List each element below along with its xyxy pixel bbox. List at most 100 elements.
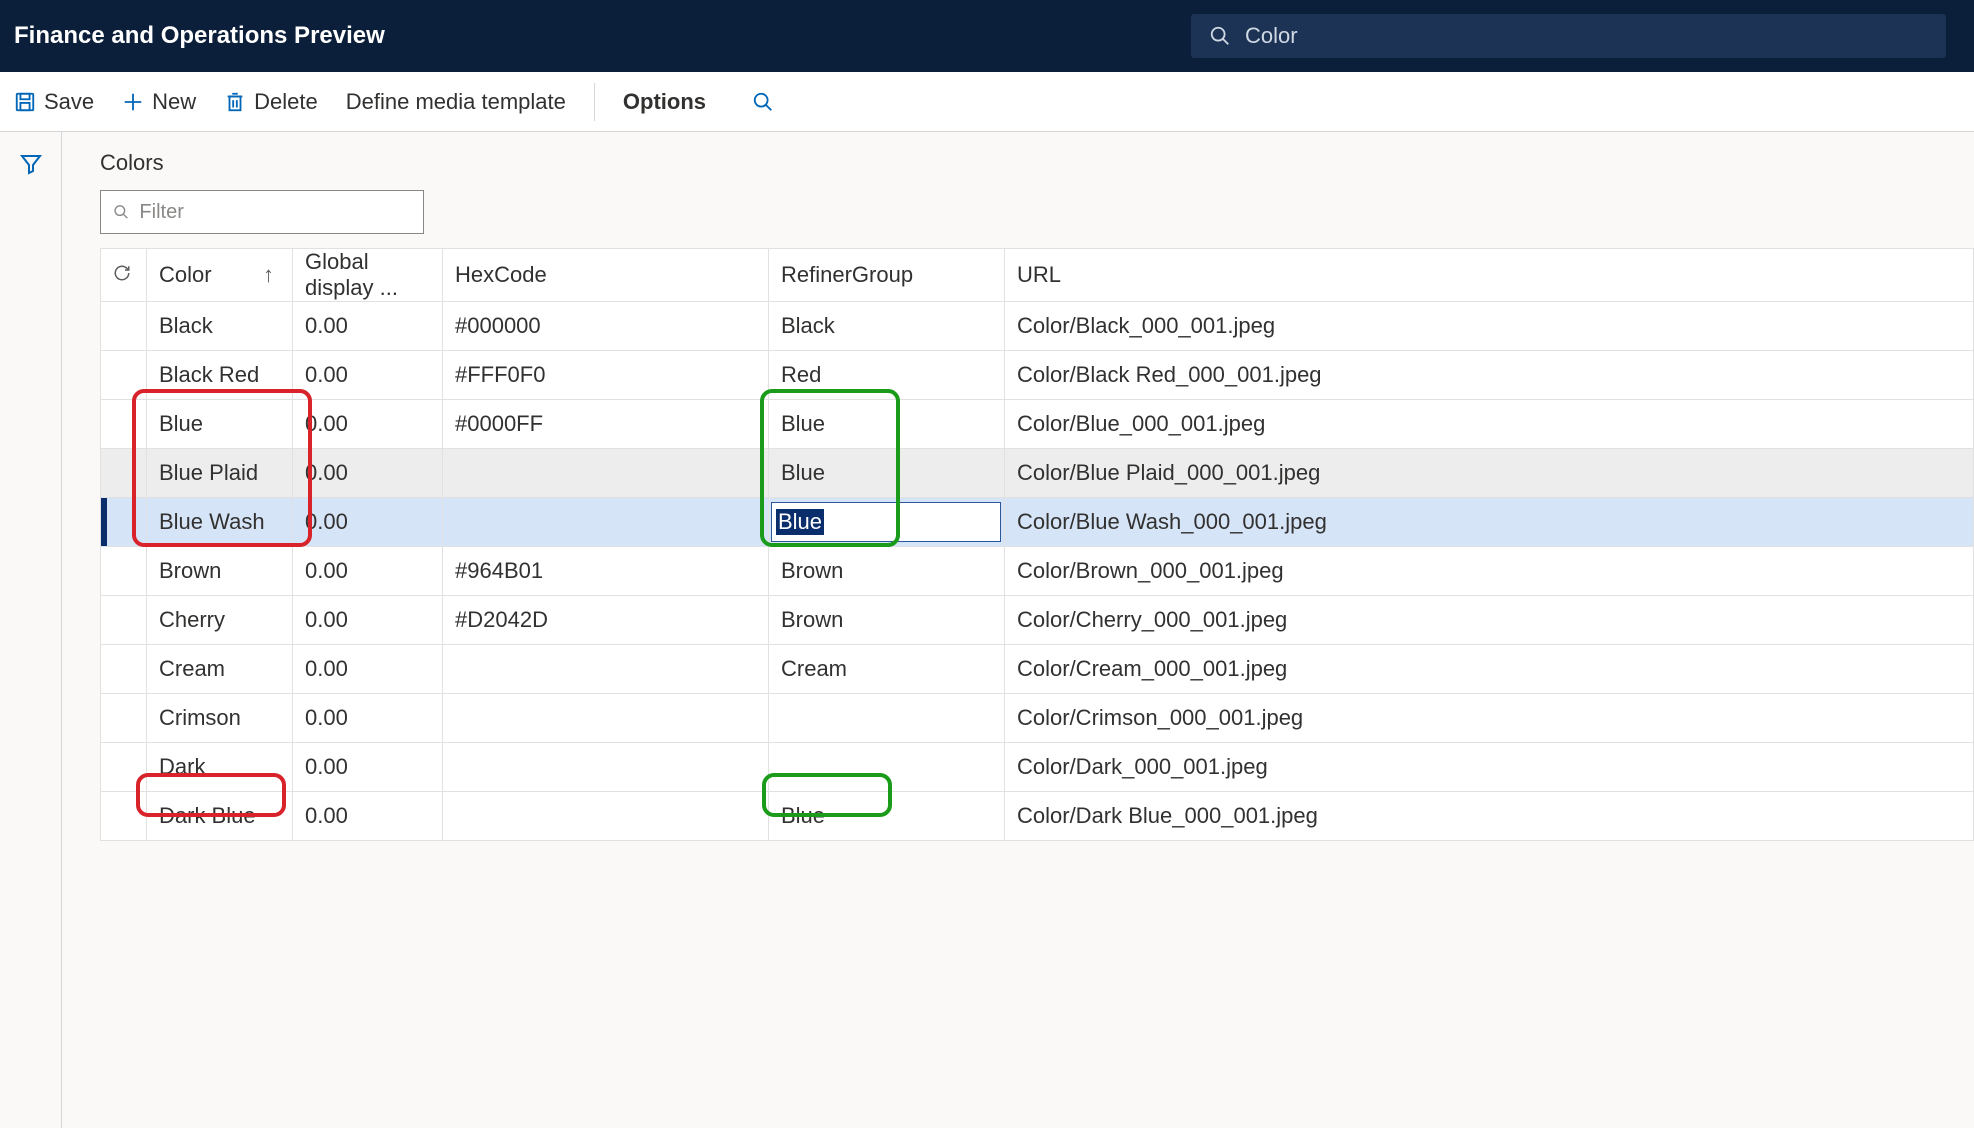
display-cell[interactable]: 0.00 [293,400,443,449]
url-cell[interactable]: Color/Cherry_000_001.jpeg [1005,596,1974,645]
filter-rail-button[interactable] [19,152,43,1128]
hex-cell[interactable]: #000000 [443,302,769,351]
row-selector-cell[interactable] [101,400,147,449]
url-cell[interactable]: Color/Cream_000_001.jpeg [1005,645,1974,694]
hex-cell[interactable]: #D2042D [443,596,769,645]
grid-filter[interactable] [100,190,424,234]
hexcode-column-header[interactable]: HexCode [443,249,769,302]
row-selector-cell[interactable] [101,596,147,645]
row-selector-cell[interactable] [101,351,147,400]
url-cell[interactable]: Color/Black Red_000_001.jpeg [1005,351,1974,400]
url-cell[interactable]: Color/Dark_000_001.jpeg [1005,743,1974,792]
color-cell[interactable]: Dark [147,743,293,792]
url-cell[interactable]: Color/Blue Plaid_000_001.jpeg [1005,449,1974,498]
color-cell[interactable]: Black [147,302,293,351]
hex-cell[interactable] [443,694,769,743]
table-row[interactable]: Brown 0.00 #964B01 Brown Color/Brown_000… [101,547,1974,596]
refiner-group-column-header[interactable]: RefinerGroup [769,249,1005,302]
color-cell[interactable]: Blue Plaid [147,449,293,498]
color-cell[interactable]: Cream [147,645,293,694]
refiner-cell[interactable]: Red [769,351,1005,400]
hex-cell[interactable]: #0000FF [443,400,769,449]
hex-cell[interactable] [443,645,769,694]
color-cell[interactable]: Black Red [147,351,293,400]
display-cell[interactable]: 0.00 [293,351,443,400]
save-button[interactable]: Save [14,89,94,115]
options-button[interactable]: Options [623,89,706,115]
refiner-cell[interactable]: Brown [769,596,1005,645]
hex-cell[interactable]: #FFF0F0 [443,351,769,400]
global-search-input[interactable] [1245,23,1928,49]
color-cell[interactable]: Cherry [147,596,293,645]
hex-cell[interactable] [443,743,769,792]
table-row[interactable]: Cream 0.00 Cream Color/Cream_000_001.jpe… [101,645,1974,694]
grid-filter-input[interactable] [139,201,411,224]
url-cell[interactable]: Color/Blue_000_001.jpeg [1005,400,1974,449]
url-cell[interactable]: Color/Dark Blue_000_001.jpeg [1005,792,1974,841]
table-row[interactable]: Black 0.00 #000000 Black Color/Black_000… [101,302,1974,351]
row-selector-cell[interactable] [101,743,147,792]
refresh-column-header[interactable] [101,249,147,302]
refiner-cell[interactable]: Brown [769,547,1005,596]
table-row[interactable]: Crimson 0.00 Color/Crimson_000_001.jpeg [101,694,1974,743]
color-cell[interactable]: Dark Blue [147,792,293,841]
search-icon [1209,25,1231,47]
url-cell[interactable]: Color/Crimson_000_001.jpeg [1005,694,1974,743]
display-cell[interactable]: 0.00 [293,743,443,792]
table-row[interactable]: Cherry 0.00 #D2042D Brown Color/Cherry_0… [101,596,1974,645]
row-selector-cell[interactable] [101,498,147,547]
display-cell[interactable]: 0.00 [293,449,443,498]
row-selector-cell[interactable] [101,449,147,498]
table-row[interactable]: Blue Plaid 0.00 Blue Color/Blue Plaid_00… [101,449,1974,498]
display-cell[interactable]: 0.00 [293,792,443,841]
row-selector-cell[interactable] [101,302,147,351]
display-cell[interactable]: 0.00 [293,302,443,351]
define-template-button[interactable]: Define media template [346,89,566,115]
display-cell[interactable]: 0.00 [293,547,443,596]
save-icon [14,91,36,113]
display-cell[interactable]: 0.00 [293,596,443,645]
display-cell[interactable]: 0.00 [293,645,443,694]
hex-cell[interactable]: #964B01 [443,547,769,596]
display-cell[interactable]: 0.00 [293,498,443,547]
url-cell[interactable]: Color/Brown_000_001.jpeg [1005,547,1974,596]
refiner-cell[interactable] [769,694,1005,743]
refiner-cell-editing[interactable]: Blue [769,498,1005,547]
url-cell[interactable]: Color/Black_000_001.jpeg [1005,302,1974,351]
refiner-cell[interactable]: Blue [769,400,1005,449]
color-cell[interactable]: Blue Wash [147,498,293,547]
refiner-cell[interactable]: Cream [769,645,1005,694]
url-column-header[interactable]: URL [1005,249,1974,302]
row-selector-cell[interactable] [101,547,147,596]
grid-wrapper: Color ↑ Global display ... HexCode Refin… [100,248,1974,841]
color-column-header[interactable]: Color ↑ [147,249,293,302]
table-row[interactable]: Black Red 0.00 #FFF0F0 Red Color/Black R… [101,351,1974,400]
table-row[interactable]: Dark 0.00 Color/Dark_000_001.jpeg [101,743,1974,792]
table-row[interactable]: Dark Blue 0.00 Blue Color/Dark Blue_000_… [101,792,1974,841]
global-display-column-header[interactable]: Global display ... [293,249,443,302]
refiner-input[interactable]: Blue [771,502,1001,542]
url-cell[interactable]: Color/Blue Wash_000_001.jpeg [1005,498,1974,547]
command-search-button[interactable] [752,91,774,113]
hex-cell[interactable] [443,498,769,547]
refiner-group-header-label: RefinerGroup [781,262,913,287]
row-selector-cell[interactable] [101,645,147,694]
color-cell[interactable]: Brown [147,547,293,596]
color-cell[interactable]: Blue [147,400,293,449]
color-cell[interactable]: Crimson [147,694,293,743]
refiner-cell[interactable]: Blue [769,449,1005,498]
trash-icon [224,91,246,113]
display-cell[interactable]: 0.00 [293,694,443,743]
row-selector-cell[interactable] [101,792,147,841]
refiner-cell[interactable]: Black [769,302,1005,351]
refiner-cell[interactable]: Blue [769,792,1005,841]
new-button[interactable]: New [122,89,196,115]
table-row[interactable]: Blue 0.00 #0000FF Blue Color/Blue_000_00… [101,400,1974,449]
hex-cell[interactable] [443,449,769,498]
global-search[interactable] [1191,14,1946,58]
refiner-cell[interactable] [769,743,1005,792]
row-selector-cell[interactable] [101,694,147,743]
hex-cell[interactable] [443,792,769,841]
table-row[interactable]: Blue Wash 0.00 Blue Color/Blue Wash_000_… [101,498,1974,547]
delete-button[interactable]: Delete [224,89,318,115]
